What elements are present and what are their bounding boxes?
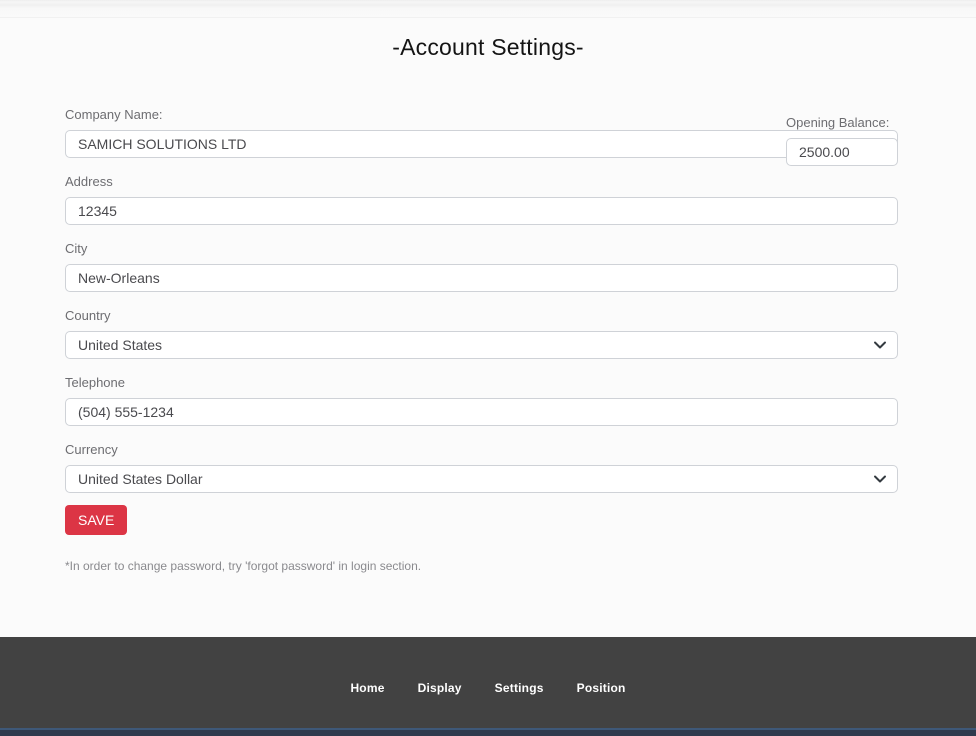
company-name-group: Company Name: <box>65 107 898 158</box>
city-group: City <box>65 241 898 292</box>
country-label: Country <box>65 308 898 324</box>
address-label: Address <box>65 174 898 190</box>
bottom-accent-bar <box>0 728 976 736</box>
telephone-label: Telephone <box>65 375 898 391</box>
footer: Home Display Settings Position <box>0 637 976 728</box>
settings-form: Opening Balance: Company Name: Address C… <box>65 107 898 573</box>
currency-group: Currency United States Dollar <box>65 442 898 493</box>
city-input[interactable] <box>65 264 898 292</box>
address-group: Address <box>65 174 898 225</box>
footer-link-settings[interactable]: Settings <box>495 681 544 695</box>
save-button[interactable]: SAVE <box>65 505 127 535</box>
password-change-note: *In order to change password, try 'forgo… <box>65 559 898 573</box>
currency-select[interactable]: United States Dollar <box>65 465 898 493</box>
telephone-input[interactable] <box>65 398 898 426</box>
opening-balance-label: Opening Balance: <box>786 115 898 131</box>
footer-link-home[interactable]: Home <box>350 681 384 695</box>
main-content: -Account Settings- Opening Balance: Comp… <box>0 18 976 637</box>
address-input[interactable] <box>65 197 898 225</box>
account-settings-page: -Account Settings- Opening Balance: Comp… <box>0 0 976 736</box>
country-select[interactable]: United States <box>65 331 898 359</box>
telephone-group: Telephone <box>65 375 898 426</box>
country-group: Country United States <box>65 308 898 359</box>
footer-link-display[interactable]: Display <box>418 681 462 695</box>
top-strip <box>0 0 976 18</box>
company-name-label: Company Name: <box>65 107 898 123</box>
footer-link-position[interactable]: Position <box>577 681 626 695</box>
opening-balance-group: Opening Balance: <box>786 115 898 166</box>
company-name-input[interactable] <box>65 130 898 158</box>
currency-label: Currency <box>65 442 898 458</box>
opening-balance-input[interactable] <box>786 138 898 166</box>
city-label: City <box>65 241 898 257</box>
footer-nav: Home Display Settings Position <box>350 681 625 695</box>
page-title: -Account Settings- <box>0 33 976 61</box>
